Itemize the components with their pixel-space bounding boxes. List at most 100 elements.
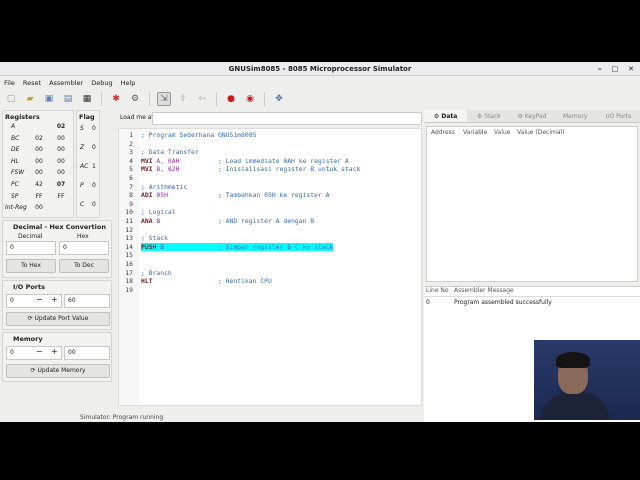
- code-comment: ; Load immediate 0AH ke register A: [179, 156, 349, 165]
- code-line: 18 HLT ; Hentikan CPU: [119, 277, 423, 286]
- code-mnemonic: MVI: [141, 156, 153, 165]
- tab-bar: ⚙ Data ⚙ Stack ⚙ KeyPad Memory I/O Ports: [424, 110, 640, 123]
- register-name: HL: [11, 157, 19, 165]
- flag-value: 1: [92, 163, 96, 170]
- flag-name: AC: [80, 163, 89, 170]
- menu-file[interactable]: File: [4, 77, 15, 89]
- register-name: A: [11, 123, 16, 130]
- webcam-overlay: [534, 340, 640, 420]
- save-as-icon[interactable]: ▤: [61, 92, 75, 106]
- new-icon[interactable]: ▢: [4, 92, 18, 106]
- col-line-no: Line No: [426, 287, 449, 294]
- code-line: 11 ANA B ; AND register A dengan B: [119, 217, 423, 226]
- line-number: 2: [129, 139, 133, 148]
- menu-reset[interactable]: Reset: [23, 77, 41, 89]
- breakpoint-icon[interactable]: ●: [224, 92, 238, 106]
- maximize-icon[interactable]: □: [612, 62, 619, 76]
- stop-icon[interactable]: ◉: [243, 92, 257, 106]
- open-icon[interactable]: ▰: [23, 92, 37, 106]
- tab-io-ports[interactable]: I/O Ports: [597, 110, 640, 122]
- flag-value: 0: [92, 201, 96, 208]
- memory-decrement[interactable]: −: [36, 347, 43, 356]
- update-memory-label: Update Memory: [37, 367, 86, 374]
- decimal-label: Decimal: [18, 233, 43, 240]
- step-over-icon[interactable]: ⇧: [176, 92, 190, 106]
- step-out-icon[interactable]: ⇦: [195, 92, 209, 106]
- io-port-increment[interactable]: +: [51, 295, 58, 304]
- register-name: Int-Reg: [5, 204, 27, 212]
- line-number: 12: [125, 225, 133, 234]
- line-number: 15: [125, 251, 133, 260]
- person-hair: [556, 352, 590, 368]
- line-number: 17: [125, 268, 133, 277]
- code-comment: ; Inisialisasi register B untuk stack: [179, 165, 361, 174]
- flag-name: S: [80, 125, 84, 132]
- data-table[interactable]: Address Variable Value Value (Decimal): [426, 126, 638, 282]
- flag-name: C: [80, 201, 85, 208]
- toolbar-separator: [149, 92, 150, 106]
- left-panel: Registers A 02 BC 02 00 DE 00 00 HL 00 00 FSW 00 00 PC…: [2, 110, 114, 422]
- menu-help[interactable]: Help: [121, 77, 136, 89]
- code-line: 9: [119, 200, 423, 209]
- tab-keypad[interactable]: ⚙ KeyPad: [510, 110, 553, 122]
- code-text: MVI A, 0AH ; Load immediate 0AH ke regis…: [141, 157, 349, 166]
- update-port-value-button[interactable]: ⟳ Update Port Value: [6, 312, 110, 326]
- code-mnemonic: ANA: [141, 217, 153, 225]
- code-line: 13 ; Stack: [119, 234, 423, 243]
- register-value-high: 02: [35, 134, 43, 142]
- to-hex-button[interactable]: To Hex: [6, 259, 56, 273]
- to-dec-button[interactable]: To Dec: [59, 259, 109, 273]
- register-value-high: 42: [35, 181, 43, 188]
- line-number: 7: [129, 182, 133, 191]
- close-icon[interactable]: ✕: [628, 62, 634, 76]
- registers-title: Registers: [5, 113, 40, 121]
- title-bar: GNUSim8085 - 8085 Microprocessor Simulat…: [0, 62, 640, 76]
- update-port-label: Update Port Value: [34, 315, 89, 322]
- register-value-low: 00: [57, 134, 65, 142]
- register-value-high: FF: [35, 192, 43, 200]
- update-memory-button[interactable]: ⟳ Update Memory: [6, 364, 110, 378]
- code-mnemonic: HLT: [141, 277, 153, 286]
- tab-stack-label: Stack: [484, 113, 501, 120]
- code-text: MVI B, 02H ; Inisialisasi register B unt…: [141, 165, 360, 174]
- line-number: 14: [125, 242, 133, 251]
- tab-data-label: Data: [441, 113, 458, 120]
- memory-value-input[interactable]: 00: [64, 346, 110, 360]
- line-number: 9: [129, 199, 133, 208]
- tab-data[interactable]: ⚙ Data: [424, 110, 468, 122]
- print-icon[interactable]: ▦: [80, 92, 94, 106]
- code-editor[interactable]: 1 ; Program Sederhana GNUSim8085 2 3 ; Data …: [118, 128, 422, 406]
- register-value-high: 00: [35, 169, 43, 177]
- line-number: 19: [125, 285, 133, 294]
- col-value: Value: [494, 129, 511, 136]
- memory-increment[interactable]: +: [51, 347, 58, 356]
- code-line: 5 MVI B, 02H ; Inisialisasi register B un…: [119, 165, 423, 174]
- menu-debug[interactable]: Debug: [91, 77, 112, 89]
- load-me-at-input[interactable]: [152, 112, 422, 125]
- register-name: DE: [11, 146, 20, 154]
- assemble-icon[interactable]: ✱: [109, 92, 123, 106]
- fullscreen-icon[interactable]: ✥: [272, 92, 286, 106]
- menu-assembler[interactable]: Assembler: [49, 77, 83, 89]
- window-title: GNUSim8085 - 8085 Microprocessor Simulat…: [228, 65, 412, 73]
- code-operand: B, 02H: [152, 165, 180, 174]
- save-icon[interactable]: ▣: [42, 92, 56, 106]
- flag-value: 0: [92, 182, 96, 189]
- minimize-icon[interactable]: –: [598, 62, 602, 76]
- toolbar-separator: [216, 92, 217, 106]
- tab-memory[interactable]: Memory: [554, 110, 597, 122]
- step-in-icon[interactable]: ⇲: [157, 92, 171, 106]
- code-mnemonic: MVI: [141, 165, 153, 174]
- decimal-input[interactable]: 0: [6, 241, 56, 255]
- toolbar-separator: [264, 92, 265, 106]
- status-bar-text: Simulator: Program running: [80, 414, 164, 421]
- execute-icon[interactable]: ⚙: [128, 92, 142, 106]
- to-dec-label: To Dec: [74, 262, 94, 269]
- menu-bar: File Reset Assembler Debug Help: [0, 77, 640, 89]
- io-port-value-input[interactable]: 60: [64, 294, 110, 308]
- line-number: 6: [129, 174, 133, 182]
- hex-input[interactable]: 0: [59, 241, 109, 255]
- io-port-decrement[interactable]: −: [36, 295, 43, 304]
- tab-stack[interactable]: ⚙ Stack: [467, 110, 510, 122]
- line-number: 11: [125, 217, 133, 225]
